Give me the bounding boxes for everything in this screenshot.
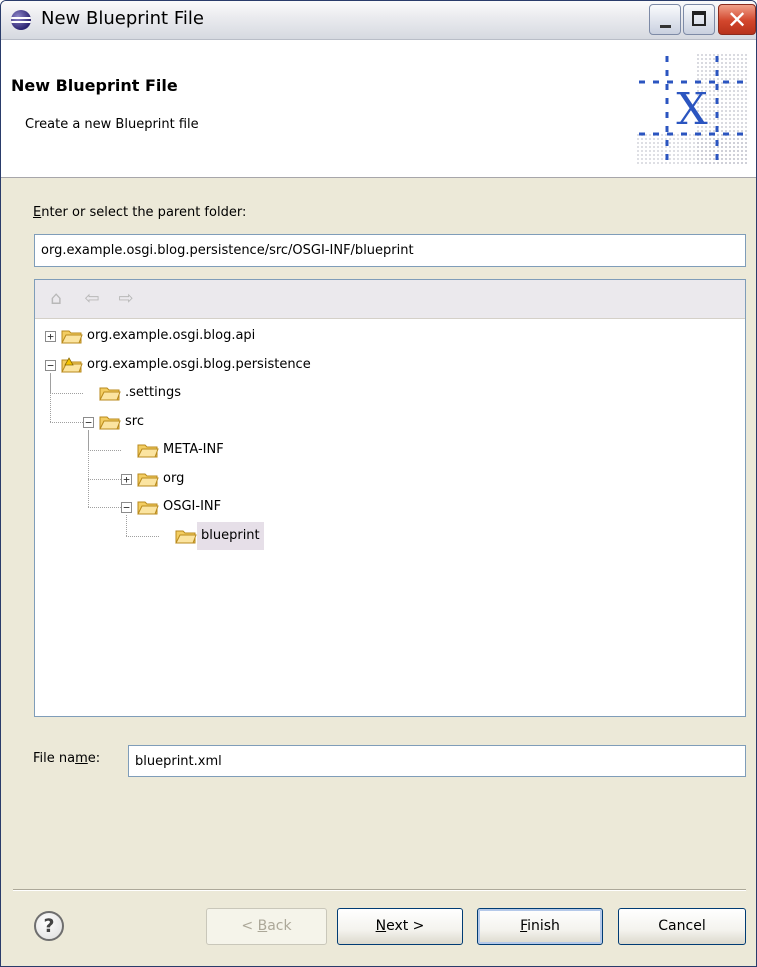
tree-node-label: blueprint bbox=[197, 521, 264, 550]
tree-connector bbox=[50, 421, 83, 423]
dialog-window: New Blueprint File ✕ New Blueprint File … bbox=[0, 0, 757, 967]
tree-connector bbox=[88, 429, 89, 507]
back-arrow-icon[interactable]: ⇦ bbox=[81, 289, 103, 309]
folder-icon bbox=[175, 527, 197, 545]
tree-connector bbox=[50, 393, 83, 394]
window-title: New Blueprint File bbox=[41, 8, 204, 29]
maximize-icon bbox=[692, 11, 706, 26]
parent-folder-label: Enter or select the parent folder: bbox=[33, 205, 247, 220]
svg-text:X: X bbox=[676, 84, 708, 135]
tree-node[interactable]: META-INF bbox=[35, 429, 735, 464]
minimize-icon bbox=[660, 25, 671, 28]
folder-icon bbox=[137, 441, 159, 459]
maximize-button[interactable] bbox=[683, 4, 715, 35]
file-name-label: File name: bbox=[33, 751, 101, 766]
folder-icon bbox=[137, 470, 159, 488]
tree-node[interactable]: + org bbox=[35, 429, 735, 493]
tree-connector bbox=[88, 507, 121, 508]
file-name-input[interactable] bbox=[128, 745, 746, 777]
tree-connector bbox=[88, 478, 121, 480]
folder-icon bbox=[99, 413, 121, 431]
expand-icon[interactable]: + bbox=[121, 473, 132, 485]
finish-button[interactable]: Finish bbox=[477, 908, 603, 945]
wizard-page-description: Create a new Blueprint file bbox=[25, 117, 199, 132]
help-icon[interactable]: ? bbox=[34, 911, 64, 941]
tree-node-label: org.example.osgi.blog.persistence bbox=[87, 356, 311, 372]
title-bar[interactable]: New Blueprint File ✕ bbox=[1, 1, 756, 40]
cancel-button[interactable]: Cancel bbox=[618, 908, 746, 945]
tree-node-label: OSGI-INF bbox=[163, 499, 222, 514]
project-folder-warning-icon bbox=[61, 356, 83, 374]
tree-connector bbox=[50, 372, 51, 422]
collapse-icon[interactable]: − bbox=[83, 416, 94, 428]
folder-icon bbox=[99, 384, 121, 402]
button-bar-separator bbox=[13, 889, 746, 891]
tree-node[interactable]: .settings bbox=[35, 372, 735, 407]
wizard-header: New Blueprint File Create a new Blueprin… bbox=[1, 40, 756, 178]
parent-folder-input[interactable] bbox=[34, 234, 746, 267]
close-button[interactable]: ✕ bbox=[718, 4, 756, 35]
tree-node-label: .settings bbox=[125, 385, 181, 400]
project-folder-icon bbox=[61, 327, 83, 345]
tree-connector bbox=[126, 535, 159, 537]
xml-wizard-logo-icon: X bbox=[637, 54, 747, 164]
home-icon[interactable]: ⌂ bbox=[45, 289, 67, 309]
tree-node[interactable]: − org.example.osgi.blog.persistence bbox=[35, 351, 735, 379]
tree-node[interactable]: − OSGI-INF bbox=[35, 429, 735, 521]
tree-node-label: META-INF bbox=[163, 442, 224, 457]
tree-node-label: org bbox=[163, 470, 185, 486]
tree-node[interactable]: blueprint bbox=[35, 515, 735, 550]
collapse-icon[interactable]: − bbox=[121, 502, 132, 513]
eclipse-app-icon bbox=[11, 10, 31, 30]
tree-node-label: org.example.osgi.blog.api bbox=[87, 328, 256, 343]
tree-node[interactable]: − src bbox=[35, 372, 735, 436]
tree-connector bbox=[88, 450, 121, 451]
folder-tree[interactable]: ⌂ ⇦ ⇨ + org.example.osgi.blog.api − org.exa… bbox=[34, 279, 746, 717]
tree-toolbar: ⌂ ⇦ ⇨ bbox=[35, 280, 745, 319]
tree-connector bbox=[126, 515, 127, 536]
tree-node-label: src bbox=[125, 413, 144, 429]
forward-arrow-icon[interactable]: ⇨ bbox=[115, 289, 137, 309]
collapse-icon[interactable]: − bbox=[45, 359, 56, 371]
close-icon: ✕ bbox=[726, 6, 748, 34]
wizard-page-title: New Blueprint File bbox=[11, 76, 178, 95]
next-button[interactable]: Next > bbox=[337, 908, 463, 945]
folder-icon bbox=[137, 498, 159, 516]
back-button[interactable]: < Back bbox=[206, 908, 327, 945]
tree-node[interactable]: + org.example.osgi.blog.api bbox=[35, 322, 735, 350]
minimize-button[interactable] bbox=[649, 4, 681, 35]
expand-icon[interactable]: + bbox=[45, 331, 56, 342]
